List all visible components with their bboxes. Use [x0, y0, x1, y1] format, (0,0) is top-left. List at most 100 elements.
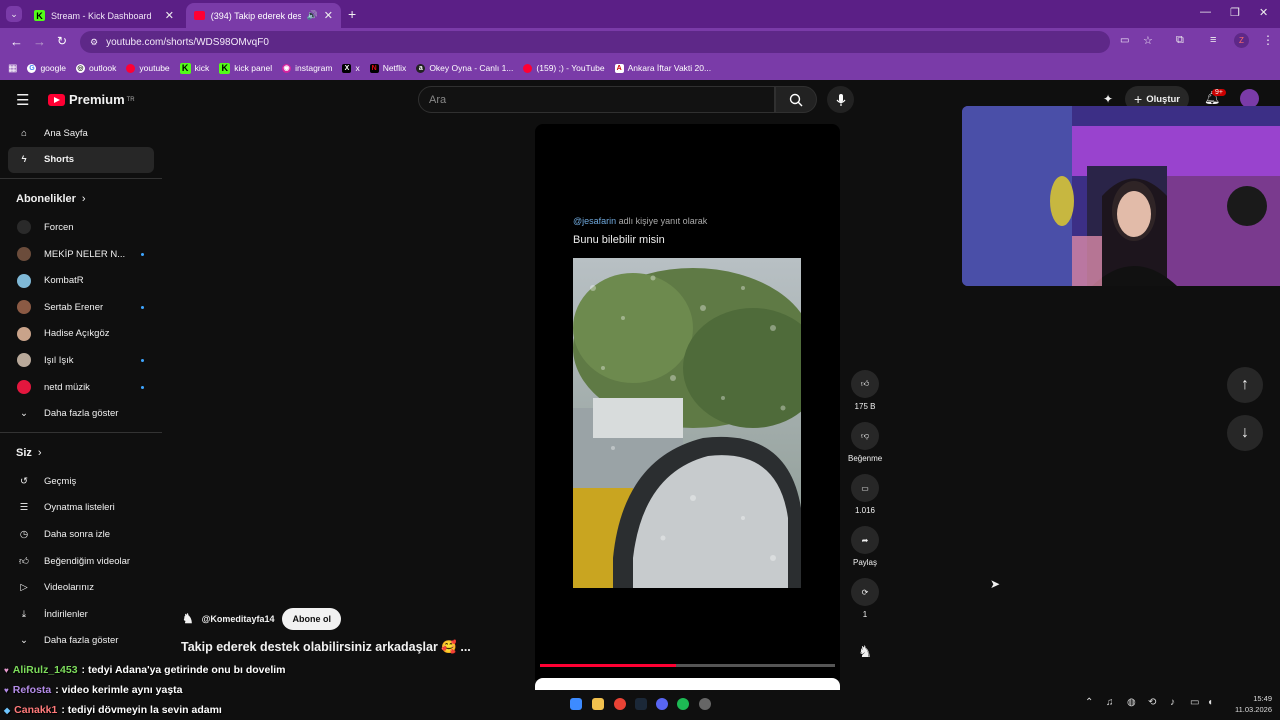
sidebar-sub-netd[interactable]: netd müzik [8, 374, 154, 401]
channel-avatar [17, 300, 31, 315]
sidebar-sub-sertab[interactable]: Sertab Erener [8, 294, 154, 321]
next-short-button[interactable]: ↓ [1227, 415, 1263, 451]
microphone-icon [836, 93, 845, 106]
comment-icon[interactable]: ▭ [851, 474, 879, 502]
sidebar-item-watch-later[interactable]: ◷ Daha sonra izle [8, 521, 154, 548]
browser-toolbar: ← → ↻ ⚙ youtube.com/shorts/WDS98OMvqF0 ▭… [0, 28, 1280, 56]
close-icon[interactable]: ✕ [165, 9, 174, 22]
bookmark-youtube-159[interactable]: (159) ;) - YouTube [523, 63, 605, 73]
bookmark-netflix[interactable]: N Netflix [369, 63, 406, 73]
previous-short-button[interactable]: ↑ [1227, 367, 1263, 403]
tray-expand-icon[interactable]: ⌃ [1085, 697, 1093, 708]
cast-icon[interactable]: ▭ [1120, 35, 1129, 46]
bookmark-instagram[interactable]: ◉ instagram [282, 63, 332, 73]
channel-logo-icon[interactable]: ♞ [182, 611, 194, 627]
reload-button[interactable]: ↻ [57, 34, 67, 48]
tab-youtube-short[interactable]: (394) Takip ederek destek o 🔊 ✕ [186, 3, 341, 28]
bookmark-x[interactable]: Xx [342, 63, 360, 73]
sidebar-item-history[interactable]: ↺ Geçmiş [8, 468, 154, 495]
channel-name[interactable]: @Komeditayfa14 [202, 614, 275, 624]
sidebar-sub-isil[interactable]: Işıl Işık [8, 347, 154, 374]
youtube-play-icon [48, 93, 65, 106]
remix-icon[interactable]: ⟳ [851, 578, 879, 606]
like-action[interactable]: 👍︎ 175 B [848, 370, 882, 411]
bookmark-star-icon[interactable]: ☆ [1143, 34, 1153, 47]
subscriptions-header[interactable]: Abonelikler › [8, 184, 154, 214]
headset-icon[interactable]: ♫ [1106, 697, 1114, 708]
sidebar-item-liked-videos[interactable]: 👍︎ Beğendiğim videolar [8, 548, 154, 575]
thumbs-up-icon[interactable]: 👍︎ [851, 370, 879, 398]
sound-source-action[interactable]: ♞ [848, 642, 882, 662]
steam-icon[interactable] [635, 698, 647, 710]
sidebar-item-your-videos[interactable]: ▷ Videolarınız [8, 574, 154, 601]
close-icon[interactable]: ✕ [324, 9, 333, 22]
sidebar-item-playlists[interactable]: ☰ Oynatma listeleri [8, 495, 154, 522]
mic-tray-icon[interactable]: ♪ [1170, 697, 1175, 708]
short-title[interactable]: Takip ederek destek olabilirsiniz arkada… [181, 640, 471, 655]
playlist-icon: ☰ [19, 502, 29, 514]
new-tab-button[interactable]: + [348, 6, 356, 22]
share-icon[interactable]: ➦ [851, 526, 879, 554]
you-header[interactable]: Siz › [8, 438, 154, 468]
sidebar-item-downloads[interactable]: ⤓ İndirilenler [8, 601, 154, 628]
sidebar-sub-kombatr[interactable]: KombatR [8, 267, 154, 294]
channel-avatar [17, 247, 31, 262]
search-button[interactable] [775, 86, 817, 113]
video-progress-bar[interactable] [540, 664, 835, 667]
sidebar-show-more-you[interactable]: ⌄ Daha fazla göster [8, 628, 154, 655]
restore-button[interactable]: ❐ [1230, 6, 1240, 19]
sync-icon[interactable]: ⟲ [1148, 697, 1156, 708]
bookmark-kick-panel[interactable]: Kkick panel [219, 62, 272, 74]
spotify-icon[interactable] [677, 698, 689, 710]
gemini-icon[interactable]: ✦ [1103, 92, 1113, 106]
media-controls-icon[interactable]: ≡ [1210, 34, 1216, 46]
channel-logo-icon[interactable]: ♞ [848, 642, 882, 662]
voice-search-button[interactable] [827, 86, 854, 113]
site-info-icon[interactable]: ⚙ [90, 37, 98, 48]
bookmark-youtube[interactable]: youtube [126, 63, 170, 73]
apps-icon[interactable]: ▦ [8, 63, 17, 74]
search-input[interactable]: Ara [418, 86, 775, 113]
menu-icon[interactable]: ⋮ [1262, 33, 1274, 47]
discord-icon[interactable] [656, 698, 668, 710]
bookmark-google[interactable]: Ggoogle [27, 63, 66, 73]
address-bar[interactable]: ⚙ youtube.com/shorts/WDS98OMvqF0 ▭ ☆ [80, 31, 1153, 53]
close-window-button[interactable]: ✕ [1259, 6, 1268, 19]
youtube-premium-logo[interactable]: Premium TR [48, 92, 135, 107]
sidebar-sub-mekip[interactable]: MEKİP NELER N... [8, 241, 154, 268]
chevron-right-icon: › [37, 446, 42, 459]
comments-action[interactable]: ▭ 1.016 [848, 474, 882, 515]
extensions-icon[interactable]: ⧉ [1176, 34, 1184, 47]
sidebar-sub-hadise[interactable]: Hadise Açıkgöz [8, 321, 154, 348]
share-action[interactable]: ➦ Paylaş [848, 526, 882, 567]
hamburger-menu-icon[interactable]: ☰ [16, 91, 29, 109]
tab-kick-dashboard[interactable]: K Stream - Kick Dashboard ✕ [26, 3, 182, 28]
sidebar-item-shorts[interactable]: ϟ Shorts [8, 146, 154, 174]
bookmark-outlook[interactable]: ◎ outlook [75, 63, 116, 73]
sidebar-item-home[interactable]: ⌂ Ana Sayfa [8, 120, 154, 147]
speaker-icon[interactable]: 🔊 [307, 10, 318, 21]
settings-app-icon[interactable] [699, 698, 711, 710]
forward-button[interactable]: → [33, 34, 46, 49]
file-explorer-icon[interactable] [592, 698, 604, 710]
sidebar-sub-forcen[interactable]: Forcen [8, 214, 154, 241]
profile-avatar[interactable]: Z [1234, 33, 1249, 48]
tab-search-button[interactable]: ⌄ [6, 6, 22, 22]
windows-start-icon[interactable] [570, 698, 582, 710]
subscribe-button[interactable]: Abone ol [282, 608, 341, 630]
chrome-icon[interactable] [614, 698, 626, 710]
dislike-action[interactable]: 👎︎ Beğenme [848, 422, 882, 463]
minimize-button[interactable]: — [1200, 6, 1211, 18]
short-video-player[interactable]: @jesafarin adlı kişiye yanıt olarak Bunu… [535, 124, 840, 680]
remix-action[interactable]: ⟳ 1 [848, 578, 882, 619]
volume-icon[interactable]: ◖ [1207, 697, 1213, 708]
sidebar-show-more[interactable]: ⌄ Daha fazla göster [8, 400, 154, 427]
back-button[interactable]: ← [10, 34, 23, 49]
bookmark-okey[interactable]: a Okey Oyna - Canlı 1... [416, 63, 513, 73]
bookmark-ankara-iftar[interactable]: A Ankara İftar Vakti 20... [614, 63, 711, 73]
monitor-icon[interactable]: ▭ [1190, 697, 1199, 708]
bookmark-kick[interactable]: Kkick [179, 62, 209, 74]
thumbs-down-icon[interactable]: 👎︎ [851, 422, 879, 450]
system-clock[interactable]: 15:49 11.03.2026 [1222, 693, 1272, 715]
steam-tray-icon[interactable]: ◍ [1127, 697, 1136, 708]
